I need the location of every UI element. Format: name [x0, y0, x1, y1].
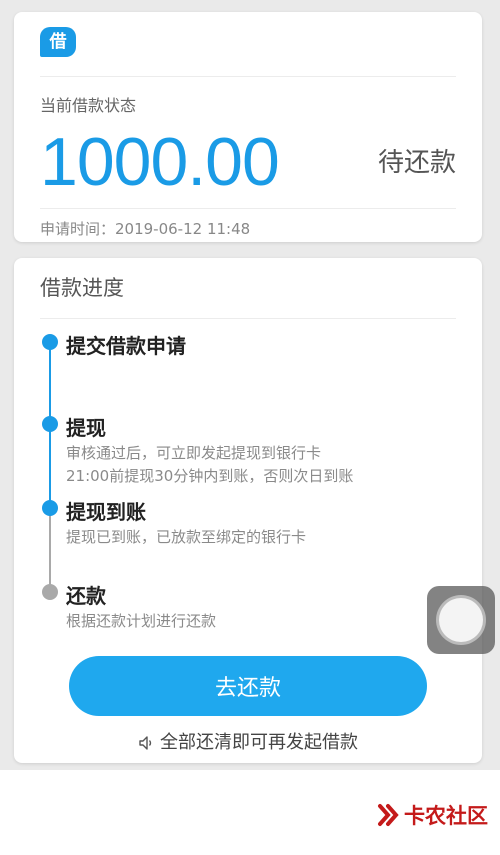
divider: [40, 318, 456, 319]
step-title: 提现: [66, 416, 106, 440]
step-title: 提现到账: [66, 500, 146, 524]
timeline-dot-done: [42, 416, 58, 432]
loan-amount: 1000.00: [40, 124, 280, 200]
progress-title: 借款进度: [40, 276, 124, 300]
timeline-dot-pending: [42, 584, 58, 600]
kanong-logo-icon: [378, 804, 399, 826]
status-badge: 待还款: [377, 148, 456, 178]
timeline-connector: [49, 508, 51, 592]
divider: [40, 76, 456, 77]
status-label: 当前借款状态: [40, 96, 137, 115]
loan-logo-icon: 借: [40, 27, 76, 57]
loan-progress-card: 借款进度 提交借款申请 提现 审核通过后，可立即发起提现到银行卡 21:00前提…: [14, 258, 482, 763]
step-desc: 提现已到账，已放款至绑定的银行卡: [66, 528, 307, 546]
assistive-touch-inner: [439, 598, 483, 642]
notice-text: 全部还清即可再发起借款: [160, 732, 358, 753]
repay-notice: 全部还清即可再发起借款: [14, 728, 482, 754]
step-desc: 21:00前提现30分钟内到账，否则次日到账: [66, 467, 354, 485]
loan-status-card: 借 当前借款状态 1000.00 待还款 申请时间：2019-06-12 11:…: [14, 12, 482, 242]
step-desc: 审核通过后，可立即发起提现到银行卡: [66, 444, 322, 462]
step-title: 提交借款申请: [66, 334, 186, 358]
timeline-connector: [49, 428, 51, 508]
speaker-icon: [139, 736, 152, 750]
timeline-dot-done: [42, 500, 58, 516]
timeline-dot-done: [42, 334, 58, 350]
floating-assistive-touch-icon[interactable]: [427, 586, 495, 654]
step-desc: 根据还款计划进行还款: [66, 612, 217, 630]
repay-button[interactable]: 去还款: [69, 656, 427, 716]
watermark: 卡农社区: [376, 800, 488, 830]
step-title: 还款: [66, 584, 106, 608]
divider: [40, 208, 456, 209]
watermark-text: 卡农社区: [404, 804, 488, 828]
apply-time: 申请时间：2019-06-12 11:48: [40, 220, 251, 238]
